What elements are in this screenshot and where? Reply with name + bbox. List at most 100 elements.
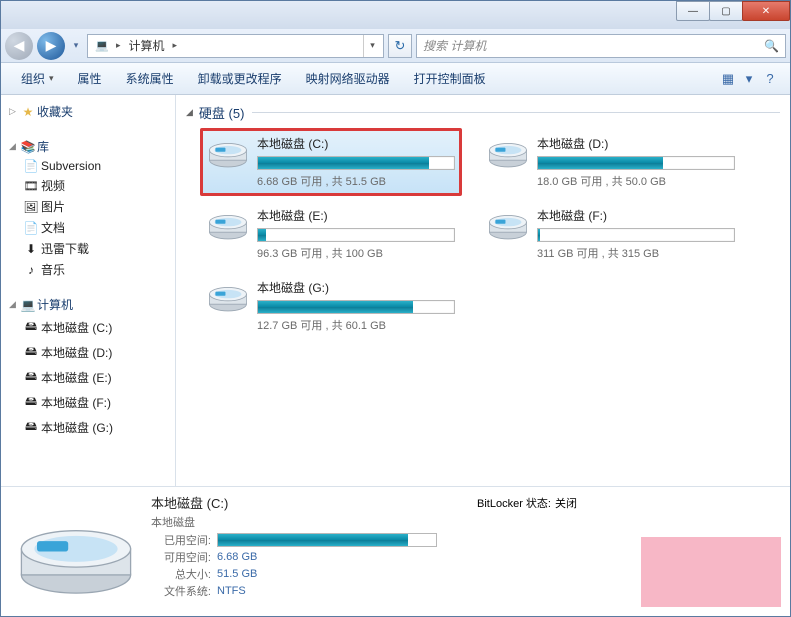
sidebar-item-label: Subversion	[41, 159, 101, 173]
details-used-label: 已用空间:	[151, 532, 211, 548]
drive-item[interactable]: 本地磁盘 (E:) 96.3 GB 可用 , 共 100 GB	[200, 200, 462, 268]
breadcrumb-dropdown[interactable]: ▾	[363, 35, 381, 57]
sidebar-item-label: 本地磁盘 (E:)	[41, 369, 112, 386]
drive-name: 本地磁盘 (E:)	[257, 207, 455, 224]
sidebar-libraries-header[interactable]: ◢ 📚 库	[1, 136, 175, 157]
refresh-button[interactable]: ↻	[388, 34, 412, 58]
sidebar-item[interactable]: 📄Subversion	[1, 157, 175, 175]
drive-name: 本地磁盘 (G:)	[257, 279, 455, 296]
twisty-icon: ▷	[9, 106, 19, 117]
twisty-icon: ◢	[9, 299, 19, 310]
drive-icon	[207, 207, 249, 249]
sidebar-item-drive[interactable]: 🖴本地磁盘 (F:)	[1, 390, 175, 415]
drive-info: 18.0 GB 可用 , 共 50.0 GB	[537, 173, 735, 189]
search-input[interactable]: 搜索 计算机 🔍	[416, 34, 786, 58]
sidebar-item-label: 本地磁盘 (G:)	[41, 419, 113, 436]
sidebar-label: 库	[37, 138, 49, 155]
sidebar-item-label: 音乐	[41, 261, 65, 278]
view-mode-icon[interactable]: ▦	[716, 67, 740, 91]
drive-icon: 🖴	[21, 317, 41, 338]
item-icon: ⬇	[21, 242, 41, 256]
item-icon: ♪	[21, 263, 41, 277]
drive-icon: 🖴	[21, 417, 41, 438]
drive-usage-bar	[257, 228, 455, 242]
details-free-value: 6.68 GB	[217, 551, 257, 563]
drive-name: 本地磁盘 (D:)	[537, 135, 735, 152]
maximize-button[interactable]: ▢	[709, 1, 743, 21]
sidebar-item-label: 图片	[41, 198, 65, 215]
sidebar-item[interactable]: ⬇迅雷下载	[1, 238, 175, 259]
sidebar-item-label: 文档	[41, 219, 65, 236]
nav-forward-button[interactable]: ▶	[37, 32, 65, 60]
breadcrumb[interactable]: 💻 ▸ 计算机 ▸ ▾	[87, 34, 384, 58]
sidebar-item[interactable]: 🎞视频	[1, 175, 175, 196]
sidebar: ▷ ★ 收藏夹 ◢ 📚 库 📄Subversion🎞视频🖼图片📄文档⬇迅雷下载♪…	[1, 95, 176, 486]
drive-icon	[487, 135, 529, 177]
drive-icon: 🖴	[21, 367, 41, 388]
details-total-value: 51.5 GB	[217, 568, 257, 580]
toolbar-control-panel[interactable]: 打开控制面板	[402, 63, 498, 94]
drive-icon	[207, 135, 249, 177]
drive-info: 311 GB 可用 , 共 315 GB	[537, 245, 735, 261]
toolbar-properties[interactable]: 属性	[66, 63, 114, 94]
group-title: 硬盘 (5)	[199, 103, 245, 122]
twisty-icon: ◢	[9, 141, 19, 152]
help-icon[interactable]: ?	[758, 67, 782, 91]
breadcrumb-segment[interactable]: 计算机	[123, 35, 171, 57]
nav-history-dropdown[interactable]: ▾	[69, 36, 83, 56]
chevron-right-icon[interactable]: ▸	[114, 40, 123, 51]
details-used-bar	[217, 533, 437, 547]
drive-item[interactable]: 本地磁盘 (D:) 18.0 GB 可用 , 共 50.0 GB	[480, 128, 742, 196]
toolbar-organize[interactable]: 组织	[9, 63, 66, 94]
sidebar-item-label: 本地磁盘 (D:)	[41, 344, 112, 361]
item-icon: 🎞	[21, 179, 41, 193]
toolbar-uninstall[interactable]: 卸载或更改程序	[186, 63, 294, 94]
sidebar-item-drive[interactable]: 🖴本地磁盘 (C:)	[1, 315, 175, 340]
drive-item[interactable]: 本地磁盘 (C:) 6.68 GB 可用 , 共 51.5 GB	[200, 128, 462, 196]
sidebar-favorites-header[interactable]: ▷ ★ 收藏夹	[1, 101, 175, 122]
item-icon: 🖼	[21, 200, 41, 214]
drive-info: 96.3 GB 可用 , 共 100 GB	[257, 245, 455, 261]
details-title: 本地磁盘 (C:)	[151, 493, 437, 512]
nav-row: ◀ ▶ ▾ 💻 ▸ 计算机 ▸ ▾ ↻ 搜索 计算机 🔍	[1, 29, 790, 63]
drive-item[interactable]: 本地磁盘 (G:) 12.7 GB 可用 , 共 60.1 GB	[200, 272, 462, 340]
sidebar-computer-header[interactable]: ◢ 💻 计算机	[1, 294, 175, 315]
library-icon: 📚	[19, 140, 37, 154]
sidebar-item-drive[interactable]: 🖴本地磁盘 (D:)	[1, 340, 175, 365]
sidebar-item-label: 视频	[41, 177, 65, 194]
sidebar-item[interactable]: 📄文档	[1, 217, 175, 238]
sidebar-item-drive[interactable]: 🖴本地磁盘 (G:)	[1, 415, 175, 440]
item-icon: 📄	[21, 221, 41, 235]
details-free-label: 可用空间:	[151, 549, 211, 565]
sidebar-item[interactable]: 🖼图片	[1, 196, 175, 217]
drive-item[interactable]: 本地磁盘 (F:)311 GB 可用 , 共 315 GB	[480, 200, 742, 268]
drive-info: 6.68 GB 可用 , 共 51.5 GB	[257, 173, 455, 189]
drive-usage-bar	[537, 228, 735, 242]
toolbar-map-drive[interactable]: 映射网络驱动器	[294, 63, 402, 94]
drive-usage-bar	[257, 156, 455, 170]
drive-name: 本地磁盘 (C:)	[257, 135, 455, 152]
sidebar-label: 计算机	[37, 296, 73, 313]
nav-back-button[interactable]: ◀	[5, 32, 33, 60]
drive-icon	[207, 279, 249, 321]
minimize-button[interactable]: —	[676, 1, 710, 21]
details-bitlocker-value: 关闭	[555, 495, 577, 511]
toolbar-system-properties[interactable]: 系统属性	[114, 63, 186, 94]
group-header[interactable]: ◢ 硬盘 (5)	[186, 103, 780, 122]
sidebar-item-label: 本地磁盘 (F:)	[41, 394, 111, 411]
sidebar-item-label: 本地磁盘 (C:)	[41, 319, 112, 336]
toolbar: 组织 属性 系统属性 卸载或更改程序 映射网络驱动器 打开控制面板 ▦ ▾ ?	[1, 63, 790, 95]
star-icon: ★	[19, 105, 37, 119]
chevron-right-icon[interactable]: ▸	[171, 40, 180, 51]
titlebar: — ▢ ✕	[1, 1, 790, 29]
sidebar-item-drive[interactable]: 🖴本地磁盘 (E:)	[1, 365, 175, 390]
sidebar-item[interactable]: ♪音乐	[1, 259, 175, 280]
item-icon: 📄	[21, 159, 41, 173]
drive-info: 12.7 GB 可用 , 共 60.1 GB	[257, 317, 455, 333]
drive-usage-bar	[257, 300, 455, 314]
search-icon: 🔍	[764, 39, 779, 53]
details-fs-label: 文件系统:	[151, 583, 211, 599]
drive-usage-bar	[537, 156, 735, 170]
view-mode-dropdown[interactable]: ▾	[742, 67, 756, 91]
close-button[interactable]: ✕	[742, 1, 790, 21]
